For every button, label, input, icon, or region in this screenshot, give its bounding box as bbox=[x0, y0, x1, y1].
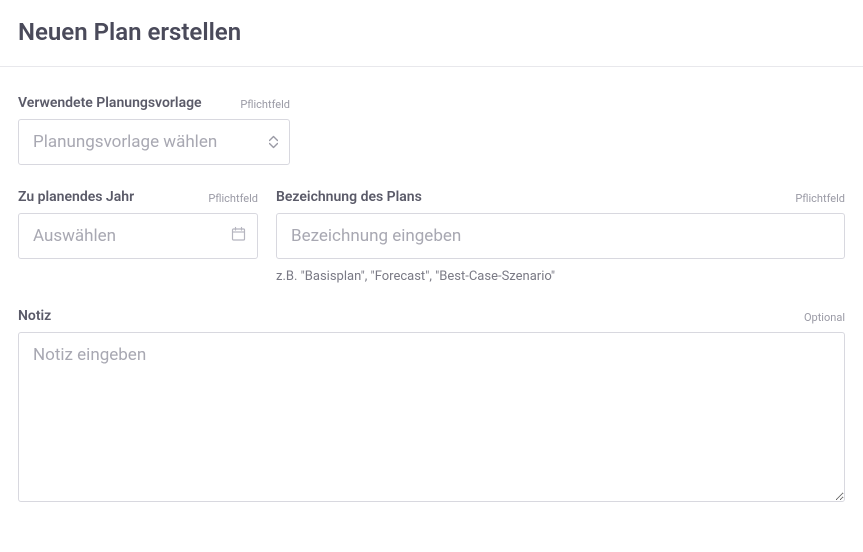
note-textarea[interactable] bbox=[18, 332, 845, 502]
template-field: Verwendete Planungsvorlage Pflichtfeld P… bbox=[18, 95, 290, 165]
name-field: Bezeichnung des Plans Pflichtfeld z.B. "… bbox=[276, 189, 845, 284]
template-select-placeholder: Planungsvorlage wählen bbox=[33, 132, 217, 152]
template-select[interactable]: Planungsvorlage wählen bbox=[18, 119, 290, 165]
form-area: Verwendete Planungsvorlage Pflichtfeld P… bbox=[0, 67, 863, 544]
name-help-text: z.B. "Basisplan", "Forecast", "Best-Case… bbox=[276, 269, 845, 284]
name-label: Bezeichnung des Plans bbox=[276, 189, 422, 205]
year-picker[interactable]: Auswählen bbox=[18, 213, 258, 259]
year-required-hint: Pflichtfeld bbox=[208, 192, 258, 205]
year-label: Zu planendes Jahr bbox=[18, 189, 134, 205]
name-input[interactable] bbox=[276, 213, 845, 259]
page-title: Neuen Plan erstellen bbox=[0, 0, 863, 66]
template-label: Verwendete Planungsvorlage bbox=[18, 95, 202, 111]
note-optional-hint: Optional bbox=[804, 311, 845, 324]
note-field: Notiz Optional bbox=[18, 308, 845, 502]
template-required-hint: Pflichtfeld bbox=[240, 98, 290, 111]
year-picker-placeholder: Auswählen bbox=[33, 226, 116, 246]
year-field: Zu planendes Jahr Pflichtfeld Auswählen bbox=[18, 189, 258, 259]
note-label: Notiz bbox=[18, 308, 51, 324]
name-required-hint: Pflichtfeld bbox=[795, 192, 845, 205]
